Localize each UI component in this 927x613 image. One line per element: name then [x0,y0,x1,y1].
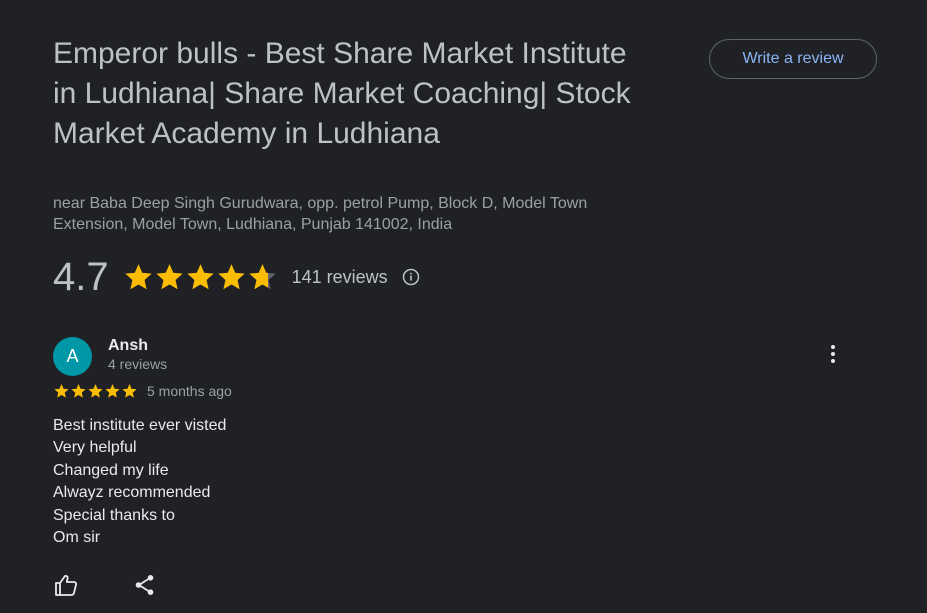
review-date: 5 months ago [147,383,232,399]
review-text-line: Special thanks to [53,506,175,524]
review-text-line: Best institute ever visted [53,417,227,434]
star-icon [71,384,86,398]
write-review-button[interactable]: Write a review [709,39,877,79]
business-title: Emperor bulls - Best Share Market Instit… [53,37,631,150]
rating-summary: 4.7 141 reviews [53,254,420,300]
reviewer-name[interactable]: Ansh [108,337,148,355]
star-icon [155,264,183,290]
star-icon [248,264,276,290]
more-vert-icon [831,345,835,363]
star-icon [186,264,214,290]
star-icon [88,384,103,398]
rating-stars [123,262,278,292]
star-icon [105,384,120,398]
review-text-line: Alwayz recommended [53,484,211,502]
reviewer-review-count: 4 reviews [108,356,168,372]
review-text-line: Om sir [53,529,101,547]
review-text-line: Very helpful [53,439,137,457]
star-icon [54,384,69,398]
business-address: near Baba Deep Singh Gurudwara, opp. pet… [53,195,588,233]
star-icon [124,264,152,290]
rating-value: 4.7 [53,255,109,299]
star-icon [122,384,137,398]
star-icon [217,264,245,290]
reviewer-avatar[interactable]: A [53,337,92,376]
more-options-button[interactable] [821,342,845,366]
review-text-line: Changed my life [53,461,169,479]
review-rating-row: 5 months ago [53,383,232,399]
like-button[interactable] [53,572,79,598]
thumb-up-icon [55,574,77,596]
review-panel: Emperor bulls - Best Share Market Instit… [0,0,927,613]
info-icon[interactable] [402,268,420,286]
share-icon [135,575,154,595]
review-count[interactable]: 141 reviews [292,267,388,288]
review-text: Best institute ever visted Very helpful Ch… [53,415,226,549]
share-button[interactable] [132,572,158,598]
review-stars [53,383,138,399]
